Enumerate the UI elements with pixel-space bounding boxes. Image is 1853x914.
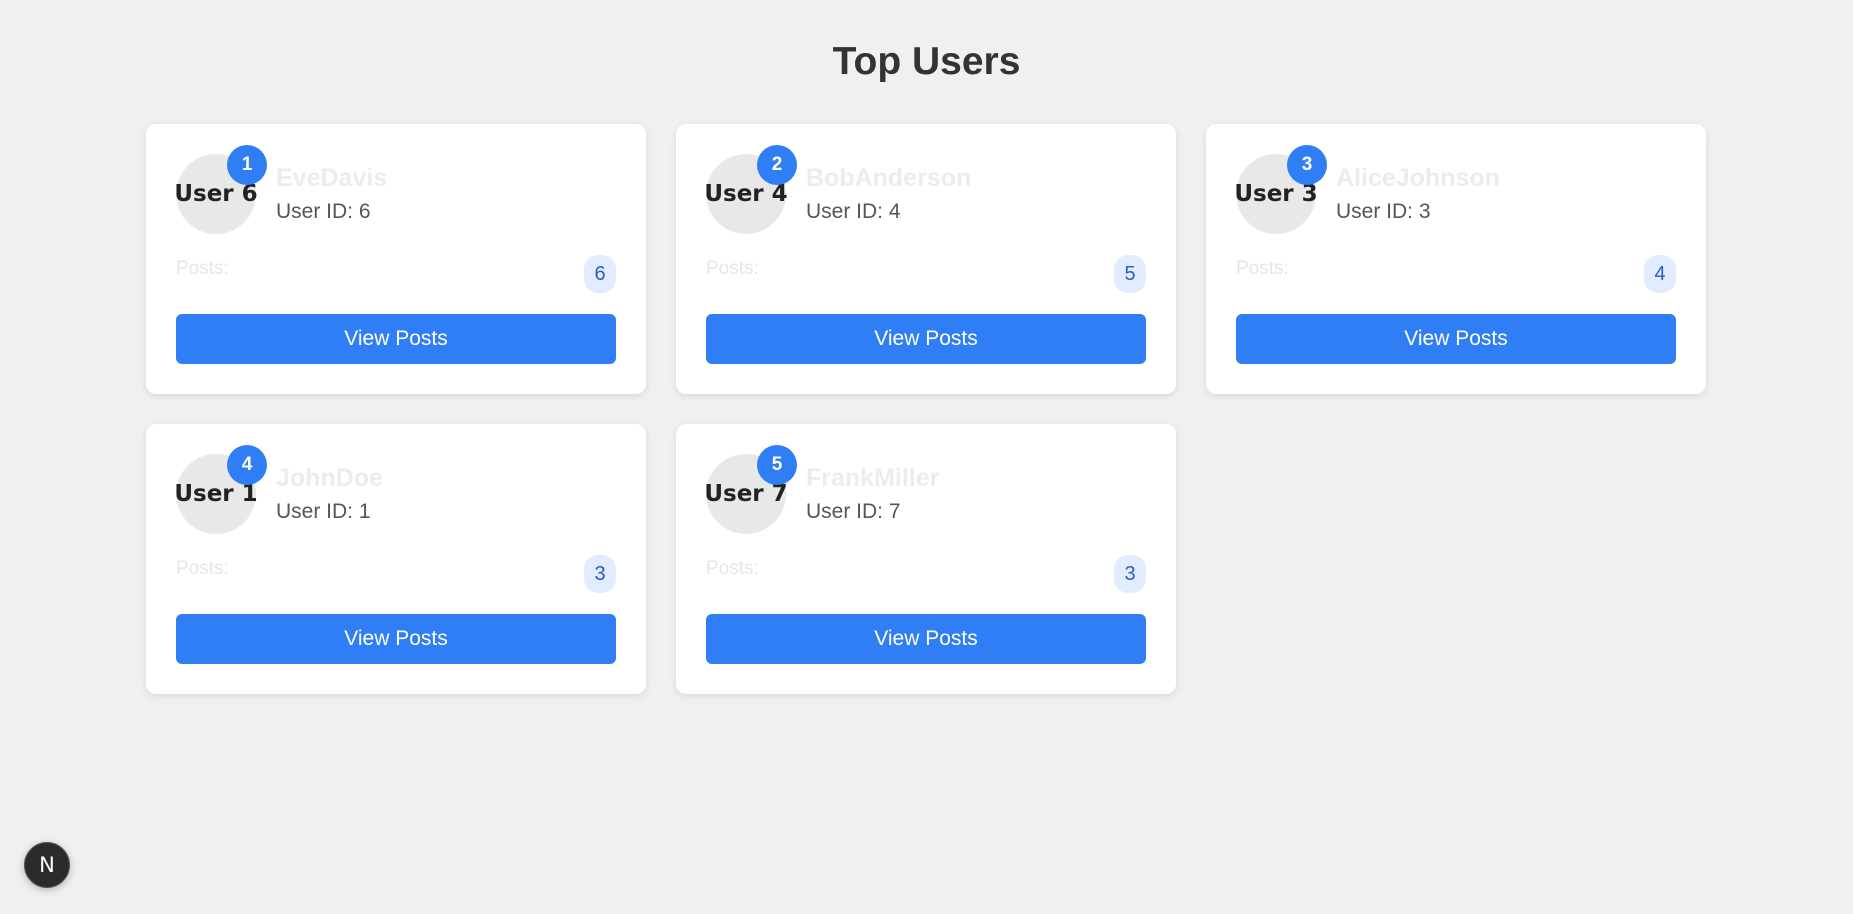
user-id: User ID: 4 xyxy=(806,200,901,223)
page-title: Top Users xyxy=(832,40,1021,83)
nextjs-logo-icon[interactable]: N xyxy=(24,842,70,888)
posts-label: Posts: xyxy=(706,258,759,279)
user-id: User ID: 3 xyxy=(1336,200,1431,223)
rank-badge: 2 xyxy=(757,145,797,185)
rank-badge: 5 xyxy=(757,445,797,485)
posts-label: Posts: xyxy=(176,558,229,579)
user-name: BobAnderson xyxy=(806,164,972,192)
view-posts-button[interactable]: View Posts xyxy=(1236,314,1676,364)
rank-badge: 3 xyxy=(1287,145,1327,185)
view-posts-button[interactable]: View Posts xyxy=(176,314,616,364)
user-id: User ID: 7 xyxy=(806,500,901,523)
view-posts-button[interactable]: View Posts xyxy=(706,614,1146,664)
posts-count-badge: 3 xyxy=(584,555,616,593)
posts-label: Posts: xyxy=(706,558,759,579)
user-card-grid: User 6 1 EveDavis User ID: 6 Posts: 6 Vi… xyxy=(146,124,1708,694)
dev-indicator-label: N xyxy=(39,853,55,877)
posts-count-badge: 3 xyxy=(1114,555,1146,593)
posts-count-badge: 5 xyxy=(1114,255,1146,293)
user-card: User 1 4 JohnDoe User ID: 1 Posts: 3 Vie… xyxy=(146,424,646,694)
user-card: User 4 2 BobAnderson User ID: 4 Posts: 5… xyxy=(676,124,1176,394)
user-card: User 6 1 EveDavis User ID: 6 Posts: 6 Vi… xyxy=(146,124,646,394)
rank-badge: 1 xyxy=(227,145,267,185)
posts-count-badge: 6 xyxy=(584,255,616,293)
user-name: FrankMiller xyxy=(806,464,940,492)
user-name: AliceJohnson xyxy=(1336,164,1500,192)
user-card: User 7 5 FrankMiller User ID: 7 Posts: 3… xyxy=(676,424,1176,694)
user-id: User ID: 6 xyxy=(276,200,371,223)
posts-count-badge: 4 xyxy=(1644,255,1676,293)
view-posts-button[interactable]: View Posts xyxy=(706,314,1146,364)
user-name: EveDavis xyxy=(276,164,388,192)
user-card: User 3 3 AliceJohnson User ID: 3 Posts: … xyxy=(1206,124,1706,394)
user-id: User ID: 1 xyxy=(276,500,371,523)
posts-label: Posts: xyxy=(176,258,229,279)
view-posts-button[interactable]: View Posts xyxy=(176,614,616,664)
user-name: JohnDoe xyxy=(276,464,383,492)
posts-label: Posts: xyxy=(1236,258,1289,279)
rank-badge: 4 xyxy=(227,445,267,485)
